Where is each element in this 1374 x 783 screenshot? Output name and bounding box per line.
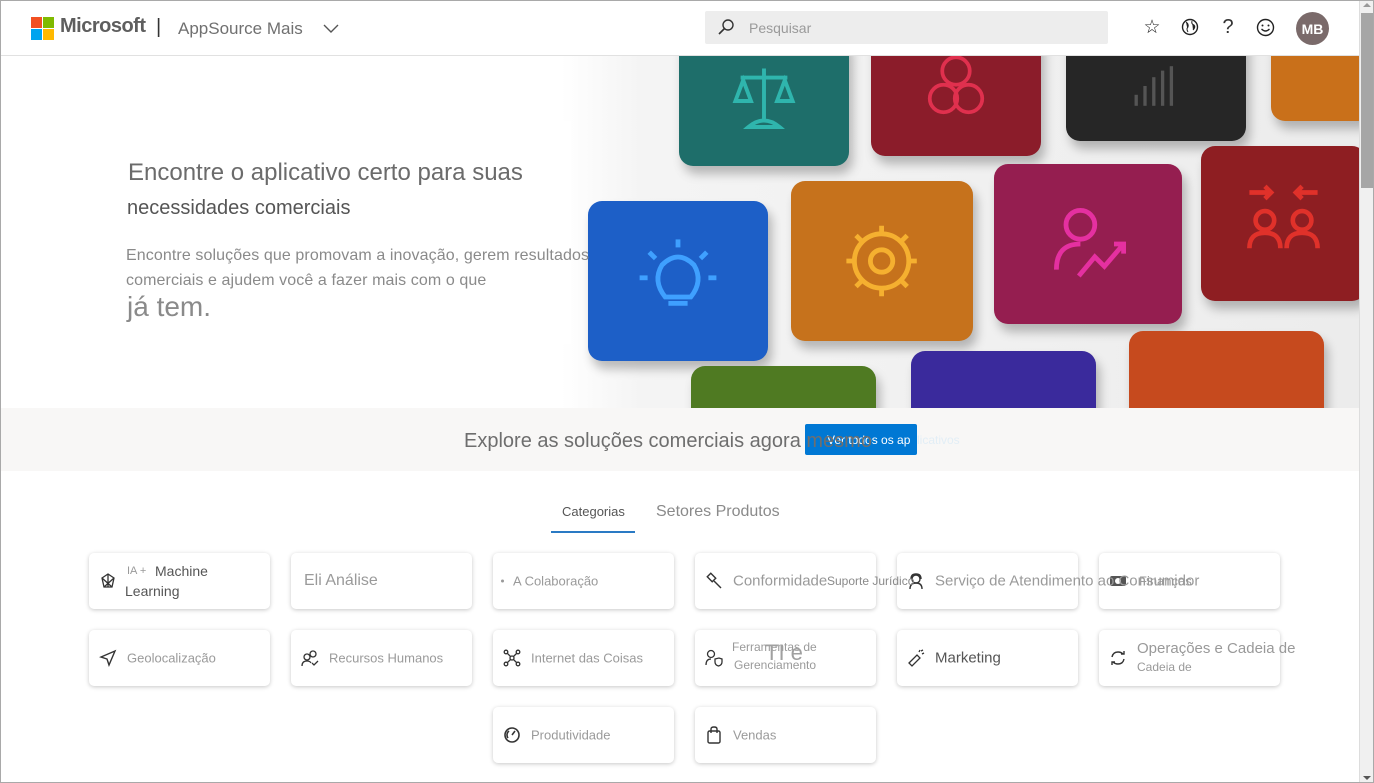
collaboration-tile-icon [1201, 146, 1359, 301]
hero-subtitle: necessidades comerciais [127, 197, 351, 219]
person-shield-icon [705, 649, 723, 667]
category-label: Produtividade [531, 727, 611, 743]
search-box[interactable] [705, 11, 1108, 44]
top-header: Microsoft | AppSource Mais ☆ ? MB [1, 1, 1359, 56]
tab-sectors-products[interactable]: Setores Produtos [656, 503, 780, 521]
hero-description: Encontre soluções que promovam a inovaçã… [126, 247, 590, 289]
currency-tile-icon [871, 56, 1041, 156]
explore-band: Ver todos os ap licativos Explore as sol… [1, 408, 1359, 471]
iot-hub-icon [503, 649, 521, 667]
category-label-line2: Learning [125, 583, 180, 599]
green-tile-icon [691, 366, 876, 408]
hero-description-end: já tem. [127, 291, 212, 322]
category-label: Conformidade [733, 572, 828, 590]
smiley-icon[interactable] [1253, 15, 1277, 39]
search-input[interactable] [749, 11, 1099, 44]
search-icon [718, 19, 734, 35]
person-growth-tile-icon [994, 164, 1182, 324]
sync-icon [1111, 651, 1125, 665]
avatar[interactable]: MB [1296, 12, 1329, 45]
category-label: Eli Análise [304, 572, 378, 589]
scroll-thumb[interactable] [1361, 13, 1373, 188]
document-tile-icon [1271, 56, 1359, 121]
lightbulb-tile-icon [588, 201, 768, 361]
category-card-ai-ml[interactable]: IA + Machine Learning [89, 553, 270, 609]
megaphone-icon [908, 649, 925, 667]
category-overflow-legal: Suporte Jurídico [827, 574, 915, 588]
category-overflow-it: TI e [765, 640, 803, 665]
category-card-sales[interactable]: Vendas [695, 707, 876, 763]
hero-text-panel [1, 121, 571, 344]
dot-icon [501, 579, 504, 583]
category-card-productivity[interactable]: Produtividade [493, 707, 674, 763]
category-card-marketing[interactable]: Marketing [897, 630, 1078, 686]
category-label: Serviço de Atendimento ao Consumidor [935, 572, 1200, 590]
gear-tile-icon [791, 181, 973, 341]
explore-heading: Explore as soluções comerciais agora mes… [464, 430, 872, 452]
location-arrow-icon [99, 649, 117, 667]
brand-name[interactable]: Microsoft [60, 15, 146, 38]
category-label: A Colaboração [513, 573, 599, 589]
globe-icon[interactable] [1178, 15, 1202, 39]
category-label: Internet das Coisas [531, 650, 644, 666]
active-tab-indicator [551, 531, 635, 533]
tab-categories[interactable]: Categorias [562, 504, 625, 519]
hero-banner: Encontre o aplicativo certo para suas ne… [1, 56, 1359, 408]
view-all-apps-overflow: licativos [917, 433, 960, 447]
category-label: Marketing [935, 649, 1001, 667]
gavel-icon [706, 572, 722, 589]
category-label: Vendas [733, 727, 777, 743]
chart-tile-icon [1066, 56, 1246, 141]
file-tile-icon [1129, 331, 1324, 408]
scroll-down-arrow-icon[interactable] [1363, 776, 1371, 780]
category-label-line2: Cadeia de [1137, 660, 1192, 674]
shopping-bag-icon [707, 726, 721, 744]
help-icon[interactable]: ? [1216, 15, 1240, 39]
category-card-operations[interactable]: Operações e Cadeia de Cadeia de [1099, 630, 1295, 686]
category-label: Machine [155, 563, 208, 579]
category-label: Recursos Humanos [329, 650, 444, 666]
microsoft-logo-icon[interactable] [31, 17, 54, 40]
star-icon[interactable]: ☆ [1140, 15, 1164, 39]
scales-tile-icon [679, 56, 849, 166]
category-card-customer-service[interactable]: Serviço de Atendimento ao Consumidor [897, 553, 1199, 609]
category-card-analytics[interactable]: Eli Análise [291, 553, 472, 609]
chevron-down-icon[interactable] [321, 18, 341, 38]
hero-title: Encontre o aplicativo certo para suas [128, 159, 523, 186]
app-name-link[interactable]: AppSource Mais [178, 19, 303, 39]
header-separator: | [156, 16, 162, 38]
scroll-up-arrow-icon[interactable] [1363, 3, 1371, 7]
category-card-it-management[interactable]: Ferramentas de Gerenciamento TI e [695, 630, 876, 686]
category-card-hr[interactable]: Recursos Humanos [291, 630, 472, 686]
hero-image [561, 56, 1359, 408]
category-label: Geolocalização [127, 650, 216, 666]
page-scrollbar[interactable] [1359, 1, 1373, 782]
gauge-icon [504, 727, 520, 743]
category-card-iot[interactable]: Internet das Coisas [493, 630, 674, 686]
purple-tile-icon [911, 351, 1096, 408]
category-label: Operações e Cadeia de [1137, 640, 1296, 657]
ai-network-icon [101, 573, 115, 588]
category-card-geolocation[interactable]: Geolocalização [89, 630, 270, 686]
category-prefix: IA + [127, 565, 147, 577]
people-check-icon [301, 650, 319, 667]
category-card-collaboration[interactable]: A Colaboração [493, 553, 674, 609]
